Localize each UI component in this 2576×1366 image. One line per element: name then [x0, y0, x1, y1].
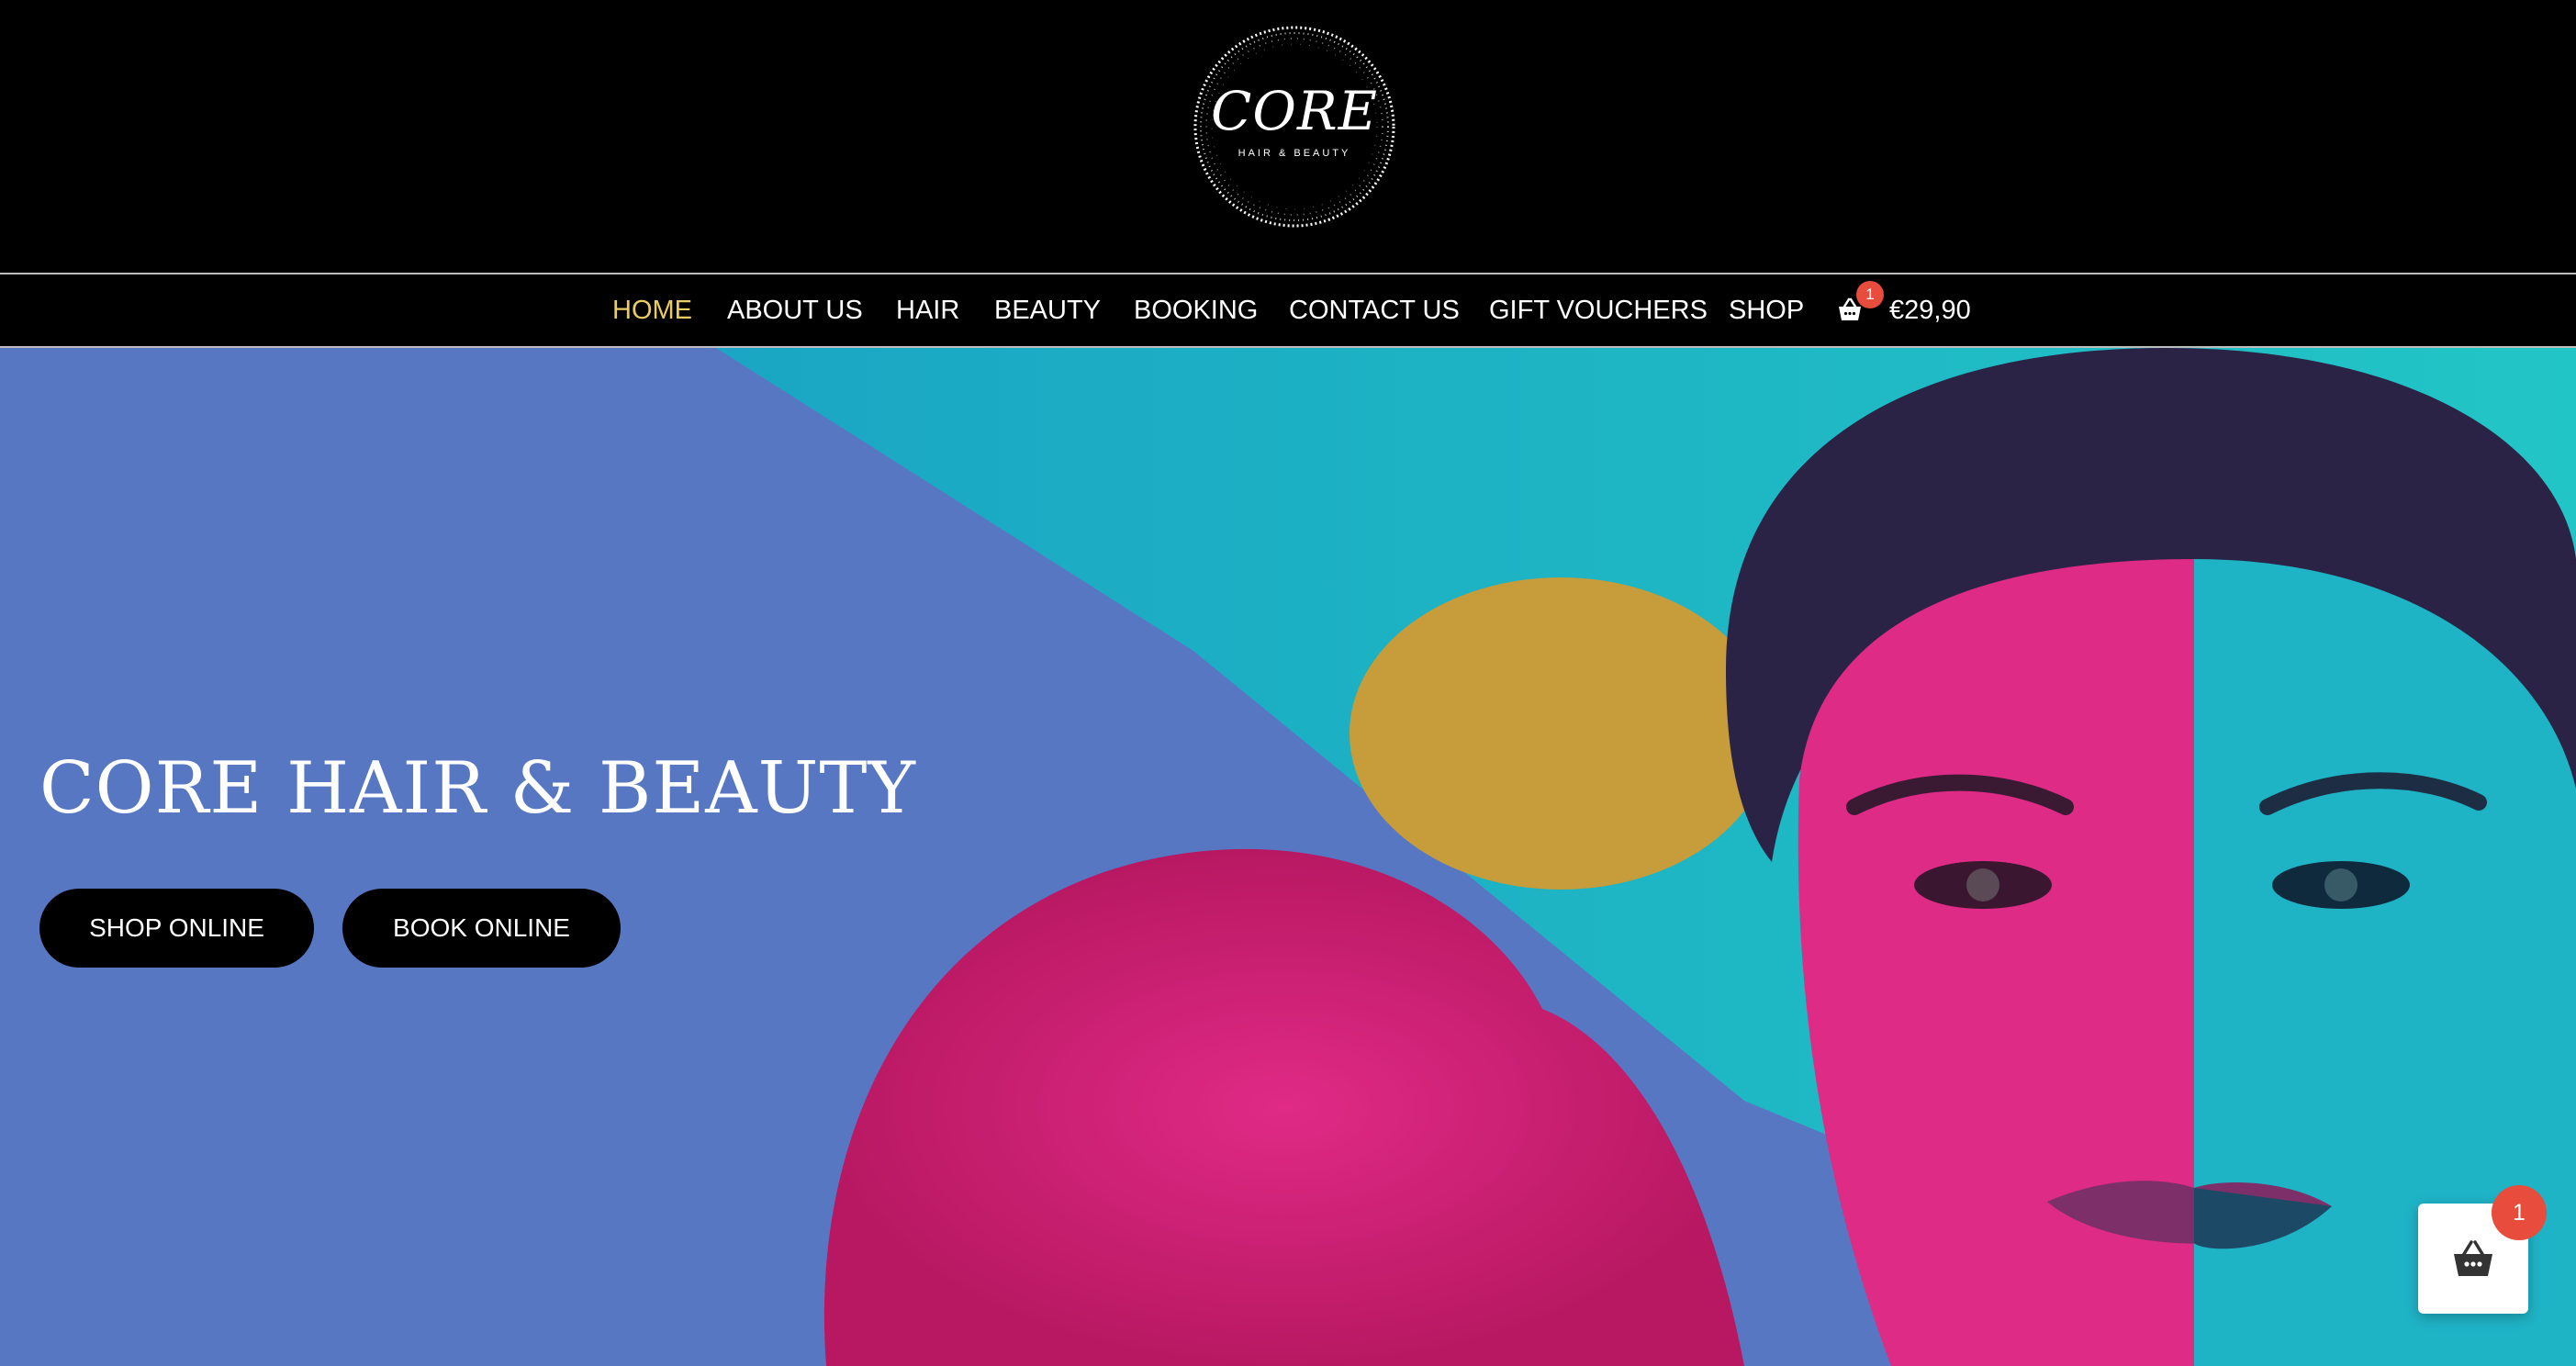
logo-tagline: HAIR & BEAUTY	[1238, 148, 1351, 159]
book-online-button[interactable]: BOOK ONLINE	[342, 889, 621, 968]
nav-item-gift-vouchers[interactable]: GIFT VOUCHERS	[1489, 293, 1708, 328]
main-navigation: HOME ABOUT US HAIR BEAUTY BOOKING CONTAC…	[0, 274, 2576, 346]
logo-wordmark: CORE	[1211, 80, 1378, 142]
basket-icon	[2454, 1240, 2492, 1276]
nav-item-beauty[interactable]: BEAUTY	[994, 293, 1101, 328]
nav-item-hair[interactable]: HAIR	[896, 293, 959, 328]
shop-online-button[interactable]: SHOP ONLINE	[39, 889, 314, 968]
floating-cart-count-badge[interactable]: 1	[2492, 1185, 2547, 1240]
nav-item-contact-us[interactable]: CONTACT US	[1289, 293, 1460, 328]
page: CORE HAIR & BEAUTY HOME ABOUT US HAIR BE…	[0, 0, 2576, 1366]
site-header: CORE HAIR & BEAUTY	[0, 0, 2576, 273]
cart-count-badge[interactable]: 1	[1856, 281, 1884, 308]
nav-menu: HOME ABOUT US HAIR BEAUTY BOOKING CONTAC…	[0, 274, 2576, 346]
nav-item-home[interactable]: HOME	[612, 293, 692, 328]
hero-banner: CORE HAIR & BEAUTY SHOP ONLINE BOOK ONLI…	[0, 348, 2576, 1366]
nav-item-shop[interactable]: SHOP	[1729, 293, 1804, 328]
nav-item-about-us[interactable]: ABOUT US	[727, 293, 863, 328]
nav-item-booking[interactable]: BOOKING	[1134, 293, 1258, 328]
cart-total[interactable]: €29,90	[1889, 293, 1971, 328]
site-logo[interactable]: CORE HAIR & BEAUTY	[1190, 22, 1399, 231]
hero-image	[0, 348, 2576, 1366]
hero-title: CORE HAIR & BEAUTY	[39, 747, 916, 830]
